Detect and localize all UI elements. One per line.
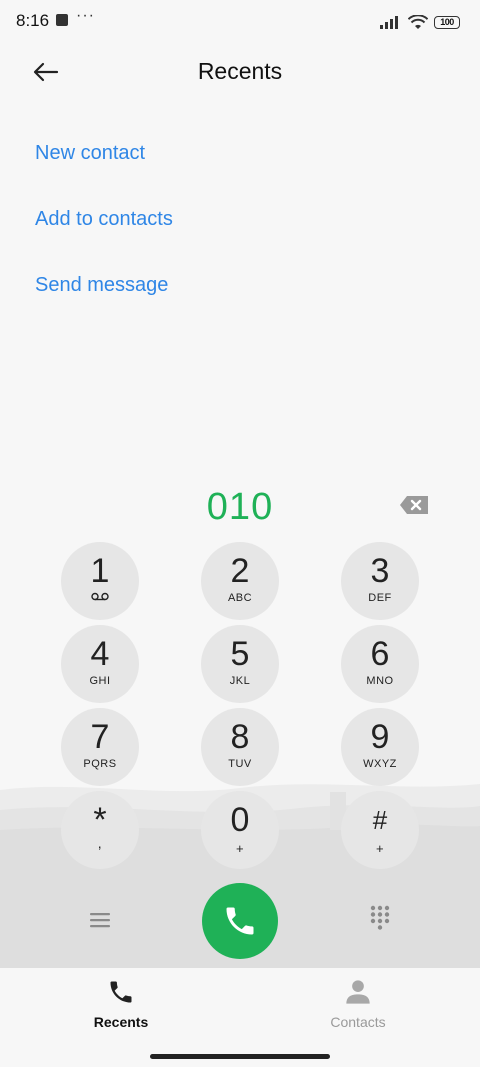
key-letters: MNO	[366, 675, 394, 687]
key-digit: 0	[230, 801, 250, 839]
send-message-link[interactable]: Send message	[35, 274, 168, 297]
key-digit: 6	[370, 635, 390, 673]
nav-contacts-label: Contacts	[330, 1014, 386, 1030]
key-letters: WXYZ	[363, 758, 397, 770]
key-digit: 4	[90, 635, 110, 673]
new-contact-link[interactable]: New contact	[35, 142, 145, 165]
key-3[interactable]: 3 DEF	[341, 542, 419, 620]
status-icons: 100	[380, 12, 460, 32]
key-letters: JKL	[229, 675, 251, 687]
person-icon	[346, 980, 370, 1004]
nav-recents-label: Recents	[93, 1014, 149, 1030]
status-time: 8:16	[16, 11, 50, 30]
menu-button[interactable]	[82, 902, 118, 938]
phone-icon	[110, 981, 132, 1003]
dialer-screen: 8:16 ··· 100 Recents New contact Add to …	[0, 0, 480, 1067]
notification-icon	[56, 14, 68, 26]
dialpad-icon	[370, 905, 390, 930]
header: Recents	[0, 44, 480, 98]
add-to-contacts-link[interactable]: Add to contacts	[35, 208, 173, 231]
key-digit: 5	[230, 635, 250, 673]
key-digit: 2	[230, 552, 250, 590]
key-8[interactable]: 8 TUV	[201, 708, 279, 786]
delete-button[interactable]	[398, 494, 434, 520]
key-letters: ,	[97, 835, 103, 851]
page-title: Recents	[197, 58, 283, 84]
key-1[interactable]: 1	[61, 542, 139, 620]
key-letters: TUV	[228, 758, 252, 770]
key-6[interactable]: 6 MNO	[341, 625, 419, 703]
key-letters: DEF	[368, 592, 392, 604]
status-bar: 8:16 ··· 100	[0, 0, 480, 44]
key-hash[interactable]: # +	[341, 791, 419, 869]
call-button[interactable]	[202, 883, 278, 959]
key-letters: PQRS	[83, 758, 117, 770]
hamburger-menu-icon	[90, 913, 110, 928]
key-letters: ABC	[227, 592, 253, 604]
backspace-icon	[400, 496, 428, 514]
phone-icon	[226, 907, 254, 935]
bottom-nav: Recents Contacts	[0, 968, 480, 1067]
battery-icon: 100	[434, 15, 460, 29]
key-digit: 8	[230, 718, 250, 756]
key-4[interactable]: 4 GHI	[61, 625, 139, 703]
wifi-icon	[408, 14, 428, 29]
key-letters: +	[375, 841, 385, 856]
key-digit: 9	[370, 718, 390, 756]
nav-recents[interactable]: Recents	[51, 978, 191, 1030]
key-letters: GHI	[89, 675, 111, 687]
key-digit: 3	[370, 552, 390, 590]
key-letters: +	[235, 841, 245, 856]
key-digit: 7	[90, 718, 110, 756]
key-9[interactable]: 9 WXYZ	[341, 708, 419, 786]
key-star[interactable]: * ,	[61, 791, 139, 869]
key-digit: *	[93, 801, 107, 839]
key-2[interactable]: 2 ABC	[201, 542, 279, 620]
voicemail-icon	[91, 592, 109, 601]
more-notifications-icon: ···	[76, 7, 95, 24]
signal-icon	[380, 16, 398, 29]
home-indicator[interactable]	[150, 1054, 330, 1059]
keypad-toggle-button[interactable]	[362, 900, 398, 936]
key-digit: 1	[90, 552, 110, 590]
key-0[interactable]: 0 +	[201, 791, 279, 869]
key-digit: #	[372, 805, 388, 835]
nav-contacts[interactable]: Contacts	[288, 978, 428, 1030]
key-7[interactable]: 7 PQRS	[61, 708, 139, 786]
key-5[interactable]: 5 JKL	[201, 625, 279, 703]
